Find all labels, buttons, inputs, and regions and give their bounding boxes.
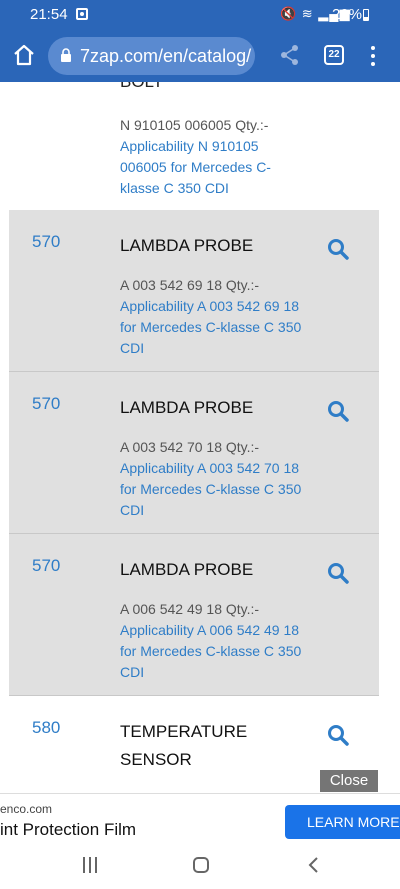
ad-close-button[interactable]: Close — [320, 770, 378, 792]
part-name: LAMBDA PROBE — [120, 236, 254, 255]
list-item[interactable]: 570 LAMBDA PROBE A 003 542 70 18 Qty.:- … — [9, 372, 379, 534]
list-item: BOLT N 910105 006005 Qty.:- Applicabilit… — [0, 82, 400, 210]
part-name: TEMPERATURE SENSOR — [120, 722, 248, 769]
part-qty: A 006 542 49 18 Qty.:- — [120, 601, 260, 617]
search-icon[interactable] — [327, 562, 349, 584]
list-item[interactable]: 570 LAMBDA PROBE A 003 542 69 18 Qty.:- … — [9, 210, 379, 372]
tab-switcher-button[interactable]: 22 — [324, 45, 344, 65]
search-icon[interactable] — [327, 724, 349, 746]
applicability-link[interactable]: Applicability A 006 542 49 18 for Merced… — [120, 620, 310, 683]
part-number[interactable]: 580 — [32, 718, 60, 738]
part-name: BOLT — [120, 82, 163, 92]
recent-apps-icon[interactable] — [82, 857, 98, 873]
part-qty: A 003 542 69 18 Qty.:- — [120, 277, 260, 293]
ad-banner[interactable]: enco.com int Protection Film LEARN MORE — [0, 793, 400, 843]
part-number[interactable]: 570 — [32, 394, 60, 414]
home-icon[interactable] — [12, 43, 36, 67]
part-number[interactable]: 570 — [32, 232, 60, 252]
notification-icon — [76, 8, 88, 20]
back-icon[interactable] — [307, 856, 321, 874]
battery-percent: 29% — [332, 6, 363, 23]
status-bar: 21:54 🔇 ≋ ▂▄▆ 29% — [0, 0, 400, 30]
share-icon[interactable] — [280, 44, 300, 66]
system-nav-bar — [0, 843, 400, 889]
part-name: LAMBDA PROBE — [120, 398, 254, 417]
status-time: 21:54 — [30, 6, 68, 23]
url-field[interactable]: 7zap.com/en/catalog/ — [48, 37, 255, 75]
ad-headline: int Protection Film — [0, 820, 137, 839]
url-text: 7zap.com/en/catalog/ — [80, 46, 252, 66]
ad-learn-more-button[interactable]: LEARN MORE — [285, 805, 400, 839]
browser-toolbar: 7zap.com/en/catalog/ 22 — [0, 30, 400, 82]
search-icon[interactable] — [327, 400, 349, 422]
parts-list: BOLT N 910105 006005 Qty.:- Applicabilit… — [0, 82, 400, 792]
part-qty: A 003 542 70 18 Qty.:- — [120, 439, 260, 455]
search-icon[interactable] — [327, 238, 349, 260]
part-number[interactable]: 570 — [32, 556, 60, 576]
battery-icon — [363, 9, 369, 21]
applicability-link[interactable]: Applicability N 910105 006005 for Merced… — [120, 136, 295, 199]
lock-icon — [61, 48, 71, 62]
applicability-link[interactable]: Applicability A 003 542 70 18 for Merced… — [120, 458, 310, 521]
ad-domain: enco.com — [0, 802, 53, 816]
home-button-icon[interactable] — [193, 857, 209, 873]
applicability-link[interactable]: Applicability A 003 542 69 18 for Merced… — [120, 296, 310, 359]
list-item[interactable]: 570 LAMBDA PROBE A 006 542 49 18 Qty.:- … — [9, 534, 379, 696]
part-name: LAMBDA PROBE — [120, 560, 254, 579]
more-menu-icon[interactable] — [366, 44, 380, 66]
part-qty: N 910105 006005 Qty.:- — [120, 117, 269, 133]
